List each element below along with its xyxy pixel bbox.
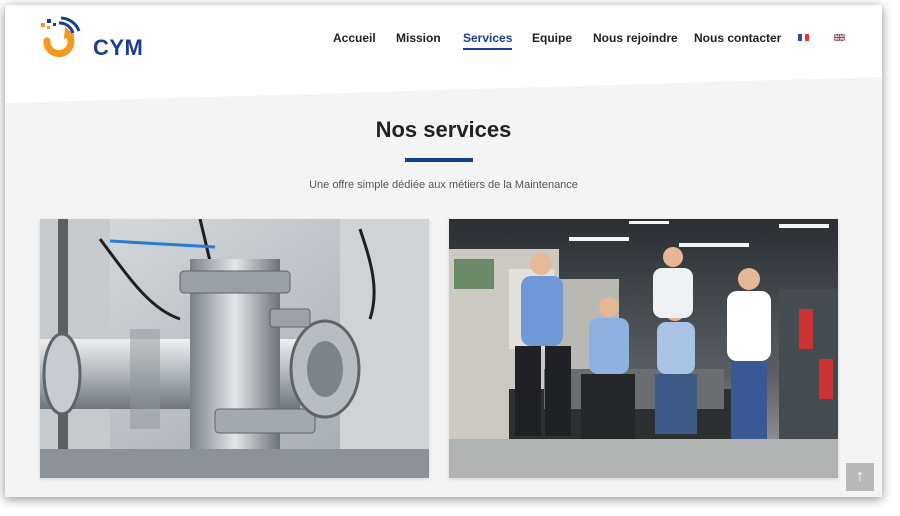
nav-item-mission[interactable]: Mission [396, 31, 441, 45]
flag-fr-icon[interactable] [798, 34, 809, 41]
title-underline [405, 158, 473, 162]
browser-window: CYM Accueil Mission Services Equipe Nous… [5, 5, 882, 497]
flag-en-icon[interactable] [834, 34, 845, 41]
nav-item-nous-rejoindre[interactable]: Nous rejoindre [593, 31, 678, 45]
section-subtitle: Une offre simple dédiée aux métiers de l… [309, 179, 578, 191]
header-slant-divider [5, 75, 882, 103]
industrial-pipes-image [40, 219, 429, 478]
nav-item-services-label: Services [463, 31, 513, 45]
nav-item-accueil[interactable]: Accueil [333, 31, 376, 45]
main-nav: Accueil Mission Services Equipe Nous rej… [5, 31, 882, 55]
arrow-up-icon: ↑ [856, 468, 864, 485]
nav-item-nous-contacter[interactable]: Nous contacter [694, 31, 781, 45]
service-card-team[interactable] [449, 219, 838, 478]
nav-item-services[interactable]: Services [463, 31, 513, 50]
scroll-to-top-button[interactable]: ↑ [846, 463, 874, 491]
active-nav-underline [463, 48, 513, 50]
person-5 [727, 268, 771, 439]
section-title: Nos services [375, 117, 512, 142]
nav-item-equipe[interactable]: Equipe [532, 31, 572, 45]
team-photo-image [449, 219, 838, 478]
service-card-industrial[interactable] [40, 219, 429, 478]
site-header: CYM Accueil Mission Services Equipe Nous… [5, 5, 882, 75]
